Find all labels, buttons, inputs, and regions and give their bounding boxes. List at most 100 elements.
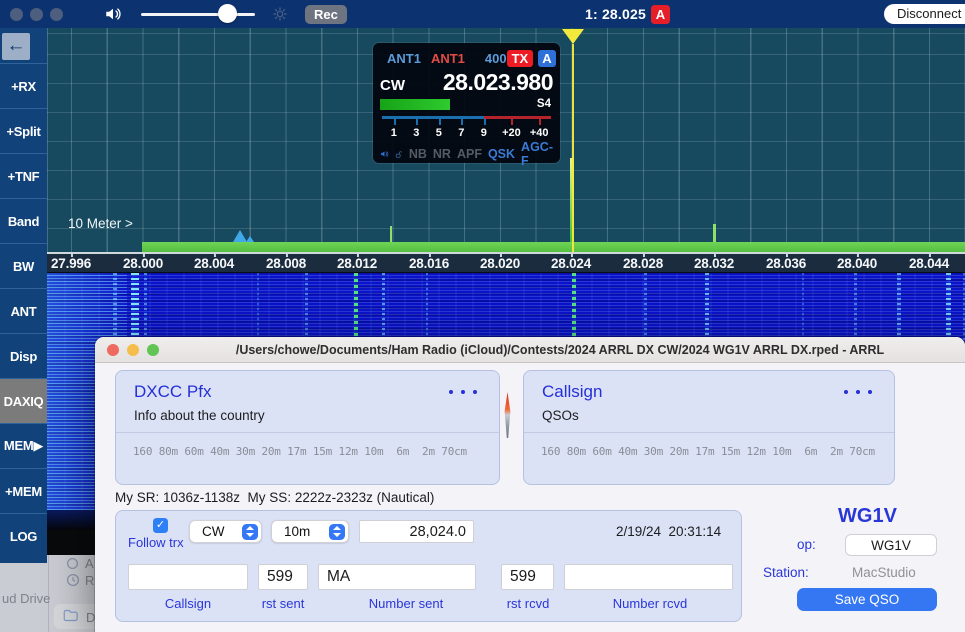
freq-tick: 28.016 <box>409 256 449 271</box>
sidebar-item-rx[interactable]: +RX <box>0 63 47 108</box>
slice-frequency-readout: 1: 28.025 <box>585 6 646 22</box>
mode-label[interactable]: CW <box>380 77 405 94</box>
sidebar-item-disp[interactable]: Disp <box>0 333 47 378</box>
tuning-cursor-marker[interactable] <box>562 29 584 44</box>
sidebar-item-daxiq[interactable]: DAXIQ <box>0 378 47 423</box>
sidebar-item-log[interactable]: LOG <box>0 513 47 558</box>
meter-tick-label: +20 <box>502 127 521 139</box>
sidebar-item-tnf[interactable]: +TNF <box>0 153 47 198</box>
rx-antenna-label[interactable]: ANT1 <box>387 51 421 66</box>
finder-item-applications[interactable]: A <box>85 556 94 571</box>
freq-tick: 28.004 <box>194 256 234 271</box>
meter-tick-label: 3 <box>413 127 419 139</box>
save-qso-button[interactable]: Save QSO <box>797 588 937 611</box>
finder-item-icloud-drive[interactable]: ud Drive <box>2 591 50 606</box>
qso-datetime: 2/19/24 20:31:14 <box>616 524 721 539</box>
apf-flag[interactable]: APF <box>457 147 482 161</box>
station-value: MacStudio <box>852 565 916 580</box>
meter-tick <box>394 119 396 125</box>
mode-select[interactable]: CW <box>189 520 262 543</box>
rst-sent-label: rst sent <box>262 596 305 611</box>
meter-tick <box>539 119 541 125</box>
tx-antenna-label[interactable]: ANT1 <box>431 51 465 66</box>
spectrum-display[interactable]: 10 Meter > ANT1 ANT1 400 TX A CW 28.023.… <box>47 28 965 252</box>
freq-tick: 28.028 <box>623 256 663 271</box>
frequency-scale[interactable]: 27.996 28.000 28.004 28.008 28.012 28.01… <box>47 252 965 273</box>
volume-slider-track[interactable] <box>141 13 255 16</box>
number-rcvd-input[interactable] <box>564 564 733 590</box>
clock-icon <box>66 573 80 587</box>
radio-control-panel[interactable]: ANT1 ANT1 400 TX A CW 28.023.980 S4 <box>373 43 560 163</box>
meter-tick <box>439 119 441 125</box>
callsign-panel-title: Callsign <box>542 382 602 402</box>
volume-slider-knob[interactable] <box>218 4 237 23</box>
s-meter-scale: 1 3 5 7 9 +20 +40 <box>380 116 553 143</box>
gear-icon[interactable] <box>272 6 288 22</box>
sidebar-item-mem[interactable]: MEM▶ <box>0 423 47 468</box>
finder-item-documents[interactable]: D <box>86 610 95 625</box>
mode-select-value: CW <box>202 524 225 539</box>
callsign-panel: Callsign QSOs 160 80m 60m 40m 30m 20m 17… <box>523 370 895 485</box>
rst-rcvd-input[interactable] <box>501 564 554 590</box>
qsk-flag[interactable]: QSK <box>488 147 515 161</box>
close-button[interactable] <box>107 344 119 356</box>
band-label: 10 Meter > <box>68 216 133 231</box>
window-close-button[interactable] <box>10 8 23 21</box>
meter-tick-label: 5 <box>436 127 442 139</box>
panel-divider <box>116 432 499 433</box>
nr-flag[interactable]: NR <box>433 147 451 161</box>
topbar: Rec 1: 28.025 A Disconnect <box>0 0 965 28</box>
disconnect-button[interactable]: Disconnect <box>884 4 965 24</box>
number-sent-input[interactable] <box>318 564 476 590</box>
rec-button[interactable]: Rec <box>305 5 347 24</box>
window-minimize-button[interactable] <box>30 8 43 21</box>
frequency-input[interactable] <box>359 520 474 543</box>
meter-line-blue <box>382 116 486 119</box>
sidebar-item-band[interactable]: Band <box>0 198 47 243</box>
stepper-icon <box>242 524 258 540</box>
folder-icon <box>63 609 78 622</box>
freq-tick: 28.036 <box>766 256 806 271</box>
frequency-display[interactable]: 28.023.980 <box>443 69 553 96</box>
op-label: op: <box>797 537 816 552</box>
follow-trx-label: Follow trx <box>128 535 184 550</box>
dxcc-panel-title: DXCC Pfx <box>134 382 211 402</box>
power-level[interactable]: 400 <box>485 51 507 66</box>
vfo-a-badge[interactable]: A <box>538 50 555 67</box>
speaker-icon[interactable] <box>380 146 389 162</box>
nb-flag[interactable]: NB <box>409 147 427 161</box>
back-button[interactable]: ← <box>2 33 30 60</box>
sidebar-item-ant[interactable]: ANT <box>0 288 47 333</box>
agc-flag[interactable]: AGC-F <box>521 140 553 168</box>
unlock-icon[interactable] <box>395 147 403 162</box>
minimize-button[interactable] <box>127 344 139 356</box>
callsign-input[interactable] <box>128 564 248 590</box>
rst-sent-input[interactable] <box>258 564 308 590</box>
tx-badge[interactable]: TX <box>507 50 534 67</box>
window-zoom-button[interactable] <box>50 8 63 21</box>
vfo-a-badge[interactable]: A <box>651 5 670 24</box>
finder-item-recents[interactable]: R <box>85 573 94 588</box>
tuning-cursor-line[interactable] <box>572 44 574 252</box>
band-select[interactable]: 10m <box>271 520 349 543</box>
freq-tick: 27.996 <box>51 256 91 271</box>
follow-trx-checkbox[interactable]: ✓ <box>153 518 168 533</box>
ellipsis-menu-icon[interactable] <box>449 390 477 394</box>
ellipsis-menu-icon[interactable] <box>844 390 872 394</box>
signal-peak <box>246 236 254 242</box>
op-input[interactable] <box>845 534 937 556</box>
window-titlebar[interactable]: /Users/chowe/Documents/Ham Radio (iCloud… <box>95 337 965 363</box>
maximize-button[interactable] <box>147 344 159 356</box>
volume-icon[interactable] <box>104 5 122 23</box>
number-sent-label: Number sent <box>369 596 443 611</box>
sidebar-item-split[interactable]: +Split <box>0 108 47 153</box>
sidebar: ← +RX +Split +TNF Band BW ANT Disp DAXIQ… <box>0 28 47 563</box>
freq-tick: 28.000 <box>123 256 163 271</box>
session-info: My SR: 1036z-1138z My SS: 2222z-2323z (N… <box>115 490 434 505</box>
finder-window-fragment: A R ud Drive D <box>0 555 95 632</box>
sidebar-item-bw[interactable]: BW <box>0 243 47 288</box>
rst-rcvd-label: rst rcvd <box>507 596 550 611</box>
meter-tick-label: 9 <box>481 127 487 139</box>
sidebar-item-addmem[interactable]: +MEM <box>0 468 47 513</box>
station-callsign-title: WG1V <box>795 505 940 528</box>
